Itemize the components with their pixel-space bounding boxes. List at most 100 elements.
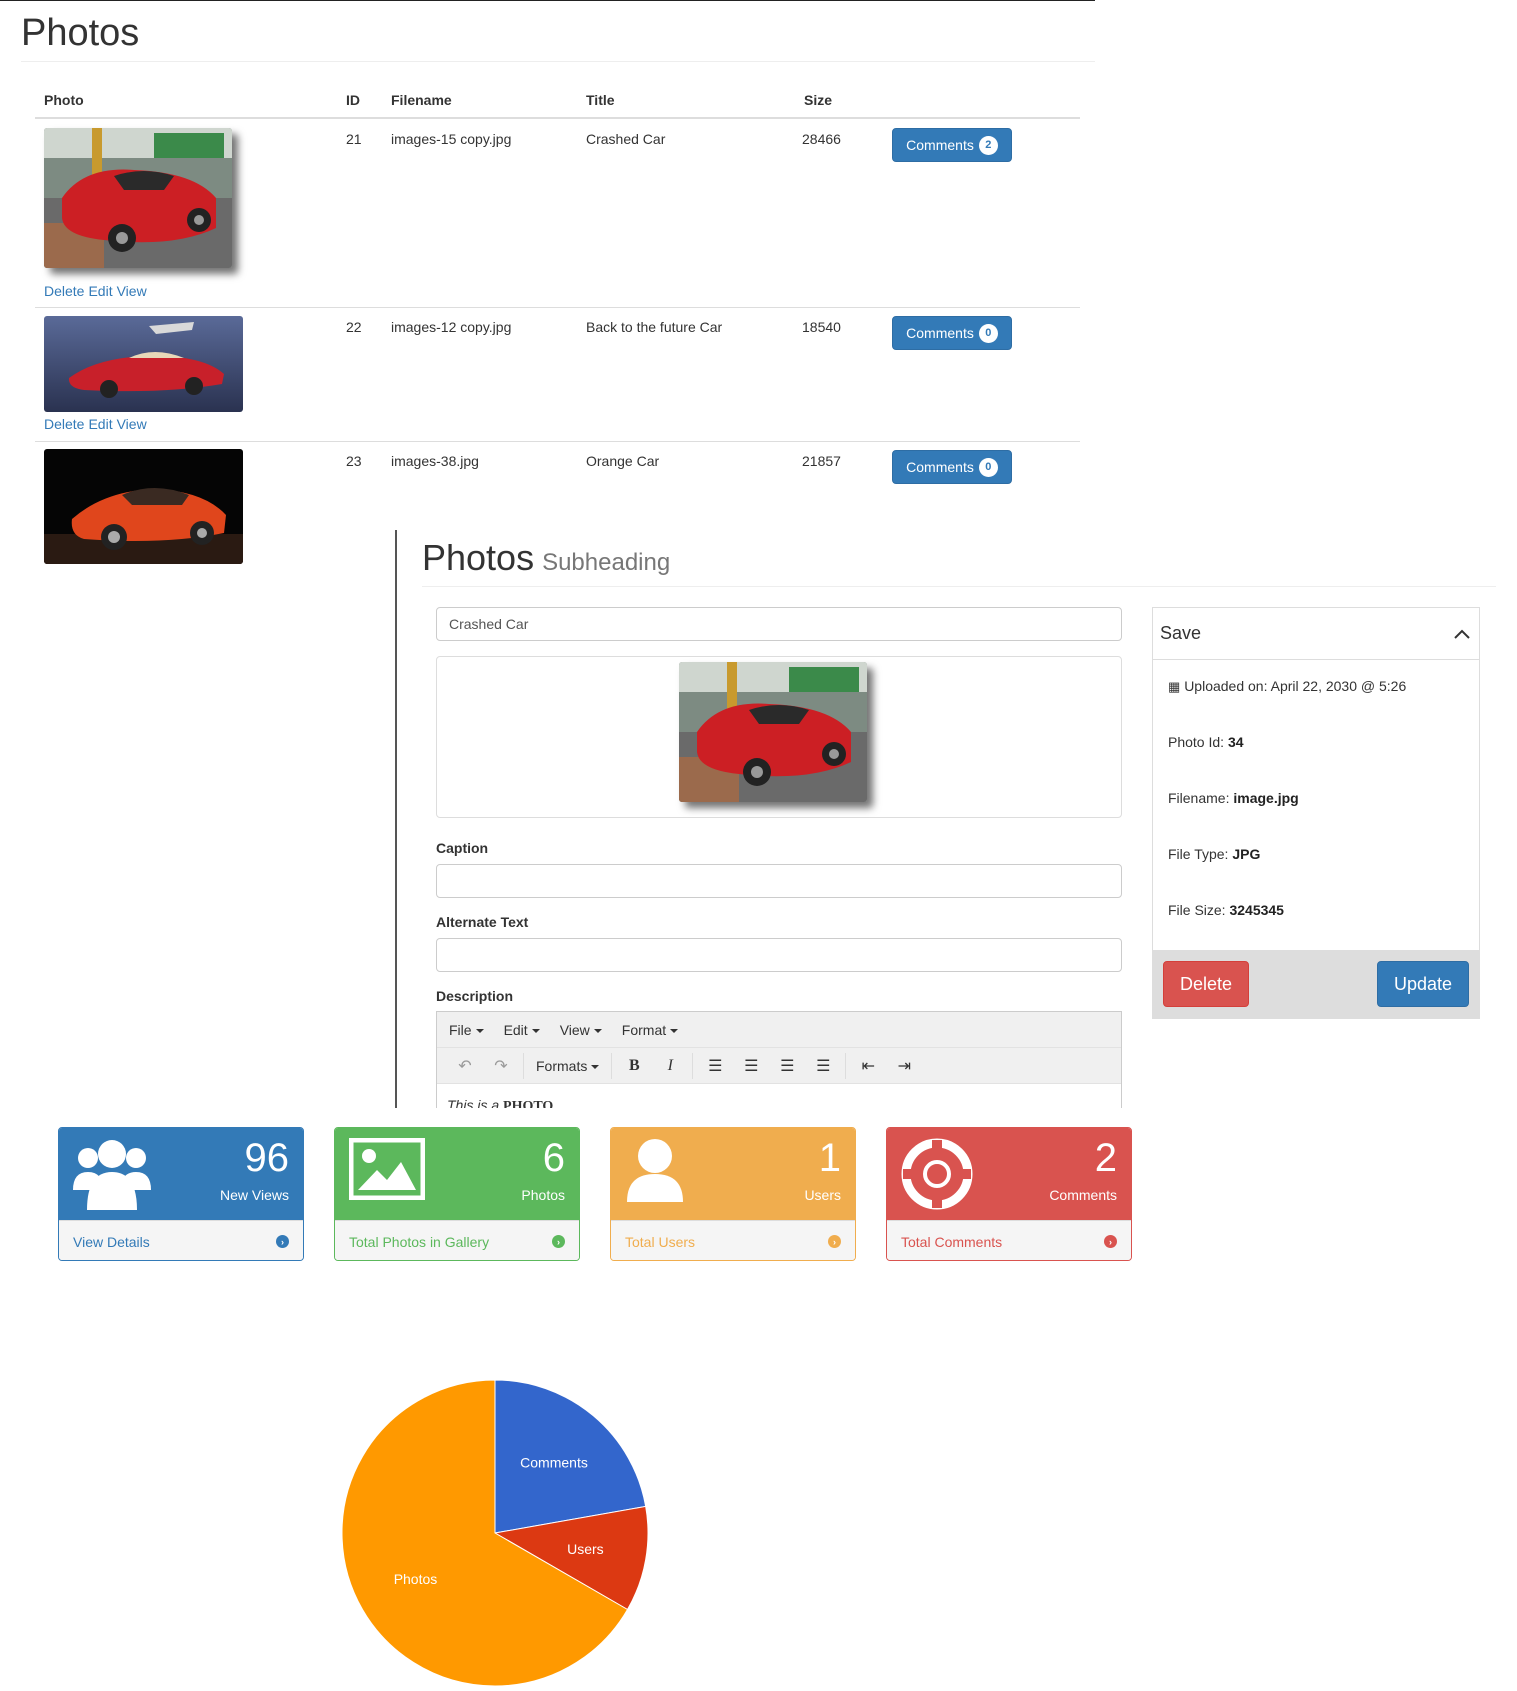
file-size-info: File Size: 3245345 — [1168, 902, 1284, 918]
photo-id: 23 — [346, 453, 362, 469]
edit-link[interactable]: Edit — [88, 416, 112, 432]
uploaded-on: ▦ Uploaded on: April 22, 2030 @ 5:26 — [1168, 678, 1407, 694]
card-new-views[interactable]: 96 New Views View Details › — [58, 1127, 304, 1261]
card-comments[interactable]: 2 Comments Total Comments › — [886, 1127, 1132, 1261]
align-center-icon[interactable]: ☰ — [733, 1056, 769, 1076]
card-users[interactable]: 1 Users Total Users › — [610, 1127, 856, 1261]
col-header-title: Title — [586, 92, 615, 108]
filename-info: Filename: image.jpg — [1168, 790, 1299, 806]
photo-title: Orange Car — [586, 453, 660, 469]
card-footer-link[interactable]: View Details — [73, 1234, 150, 1250]
caption-input[interactable] — [436, 864, 1122, 898]
outdent-icon[interactable]: ⇤ — [850, 1056, 886, 1076]
edit-title-divider — [422, 586, 1496, 587]
comments-button[interactable]: Comments 0 — [892, 316, 1012, 350]
editor-body[interactable]: This is a PHOTO — [437, 1084, 1121, 1108]
comments-count-badge: 2 — [978, 135, 998, 155]
comments-button[interactable]: Comments 2 — [892, 128, 1012, 162]
row-divider — [35, 307, 1080, 308]
view-link[interactable]: View — [117, 416, 147, 432]
photo-id-info: Photo Id: 34 — [1168, 734, 1244, 750]
col-header-filename: Filename — [391, 92, 452, 108]
view-link[interactable]: View — [117, 283, 147, 299]
photo-filename: images-12 copy.jpg — [391, 319, 512, 335]
alt-text-input[interactable] — [436, 938, 1122, 972]
delete-button[interactable]: Delete — [1163, 961, 1249, 1007]
user-icon — [627, 1139, 683, 1202]
photo-size: 18540 — [802, 319, 841, 335]
card-label: Comments — [1049, 1187, 1117, 1203]
caption-label: Caption — [436, 840, 489, 856]
row-divider — [35, 441, 1080, 442]
header-divider — [35, 117, 1080, 119]
users-icon — [73, 1140, 151, 1210]
edit-page-title: Photos Subheading — [422, 537, 670, 579]
top-rule — [0, 0, 1095, 1]
save-panel-header[interactable]: Save — [1153, 608, 1479, 660]
card-photos[interactable]: 6 Photos Total Photos in Gallery › — [334, 1127, 580, 1261]
card-footer-link[interactable]: Total Comments — [901, 1234, 1002, 1250]
update-button[interactable]: Update — [1377, 961, 1469, 1007]
align-right-icon[interactable]: ☰ — [769, 1056, 805, 1076]
col-header-photo: Photo — [44, 92, 84, 108]
photo-thumbnail-crashed-car[interactable] — [44, 128, 232, 268]
card-label: Users — [804, 1187, 841, 1203]
photo-id: 21 — [346, 131, 362, 147]
bold-icon[interactable]: B — [616, 1057, 652, 1075]
photo-preview — [679, 662, 867, 802]
edit-link[interactable]: Edit — [88, 283, 112, 299]
file-type-info: File Type: JPG — [1168, 846, 1261, 862]
comments-count-badge: 0 — [978, 457, 998, 477]
comments-button-label: Comments — [906, 459, 974, 475]
description-label: Description — [436, 988, 514, 1004]
arrow-circle-right-icon: › — [1104, 1235, 1117, 1248]
photo-size: 28466 — [802, 131, 841, 147]
comments-button-label: Comments — [906, 137, 974, 153]
menu-file[interactable]: File — [449, 1022, 484, 1038]
photo-thumbnail-orange-car[interactable] — [44, 449, 243, 564]
delete-link[interactable]: Delete — [44, 283, 84, 299]
photo-thumbnail-future-car[interactable] — [44, 316, 243, 412]
pie-label-users: Users — [567, 1541, 604, 1557]
title-input[interactable]: Crashed Car — [436, 607, 1122, 641]
life-ring-icon — [901, 1138, 973, 1210]
save-panel-footer: Delete Update — [1153, 950, 1479, 1018]
arrow-circle-right-icon: › — [828, 1235, 841, 1248]
comments-button[interactable]: Comments 0 — [892, 450, 1012, 484]
photo-filename: images-38.jpg — [391, 453, 479, 469]
card-value: 2 — [1094, 1136, 1117, 1180]
align-left-icon[interactable]: ☰ — [697, 1056, 733, 1076]
picture-icon — [349, 1138, 425, 1200]
italic-icon[interactable]: I — [652, 1057, 688, 1075]
page-title: Photos — [21, 12, 140, 54]
card-footer-link[interactable]: Total Users — [625, 1234, 695, 1250]
photo-id: 22 — [346, 319, 362, 335]
col-header-size: Size — [804, 92, 833, 108]
menu-view[interactable]: View — [560, 1022, 602, 1038]
photo-title: Crashed Car — [586, 131, 666, 147]
photo-size: 21857 — [802, 453, 841, 469]
photo-filename: images-15 copy.jpg — [391, 131, 512, 147]
formats-dropdown[interactable]: Formats — [528, 1058, 607, 1074]
pie-label-comments: Comments — [520, 1455, 588, 1471]
redo-icon[interactable]: ↷ — [483, 1056, 519, 1076]
card-value: 1 — [818, 1136, 841, 1180]
undo-icon[interactable]: ↶ — [447, 1056, 483, 1076]
align-justify-icon[interactable]: ☰ — [805, 1056, 841, 1076]
editor-bold-text: PHOTO — [503, 1099, 554, 1108]
arrow-circle-right-icon: › — [552, 1235, 565, 1248]
save-panel-title: Save — [1160, 623, 1202, 643]
save-panel: Save ▦ Uploaded on: April 22, 2030 @ 5:2… — [1152, 607, 1480, 1019]
pie-chart: Comments Users Photos — [341, 1379, 649, 1687]
menu-edit[interactable]: Edit — [504, 1022, 540, 1038]
chevron-up-icon[interactable] — [1453, 628, 1471, 640]
title-input-value: Crashed Car — [449, 616, 529, 632]
menu-format[interactable]: Format — [622, 1022, 679, 1038]
delete-link[interactable]: Delete — [44, 416, 84, 432]
indent-icon[interactable]: ⇥ — [886, 1056, 922, 1076]
col-header-id: ID — [346, 92, 360, 108]
photo-preview-box — [436, 656, 1122, 818]
card-footer-link[interactable]: Total Photos in Gallery — [349, 1234, 489, 1250]
editor-toolbar: ↶ ↷ Formats B I ☰ ☰ ☰ ☰ ⇤ ⇥ — [437, 1048, 1121, 1084]
photo-title: Back to the future Car — [586, 319, 723, 335]
